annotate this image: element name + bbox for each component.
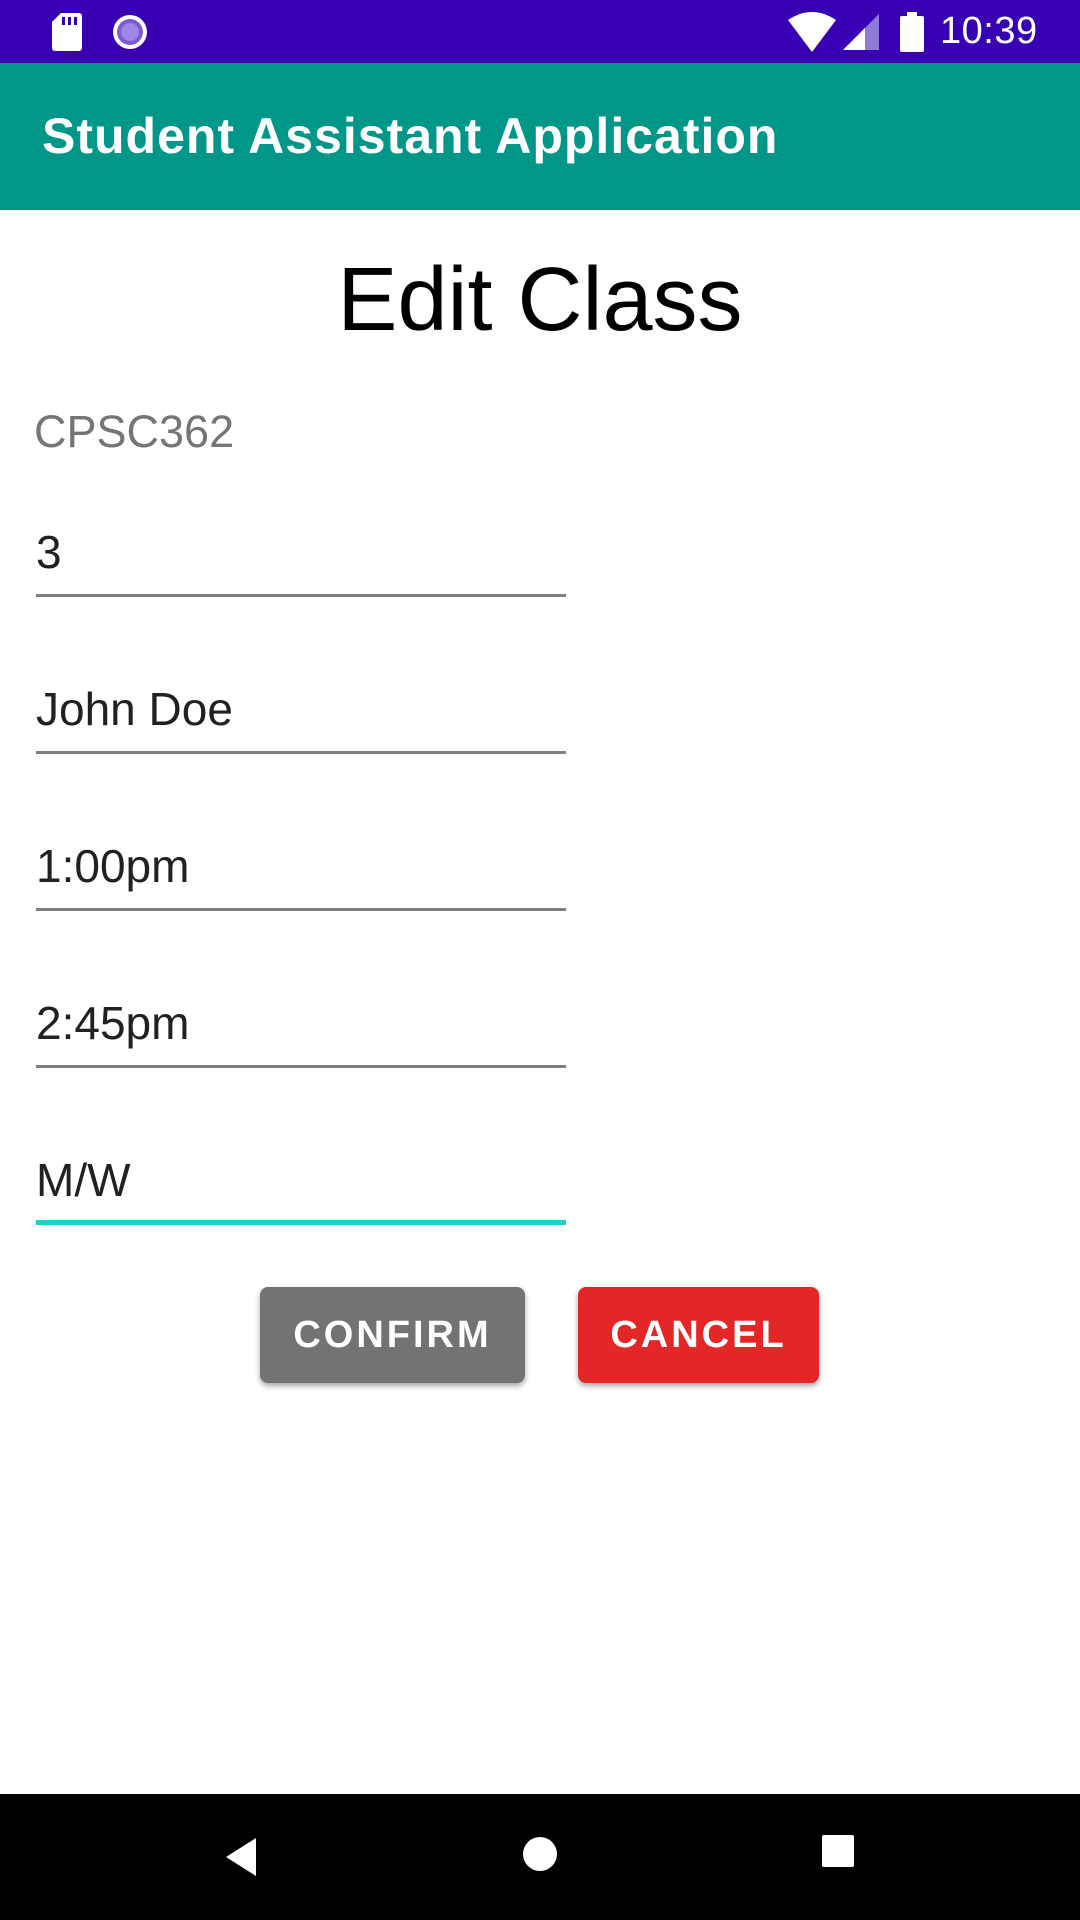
start-time-input[interactable] xyxy=(36,831,566,901)
app-title: Student Assistant Application xyxy=(42,108,779,164)
start-time-field[interactable] xyxy=(36,831,566,911)
sd-card-icon xyxy=(52,13,82,51)
back-icon[interactable] xyxy=(222,1834,268,1880)
units-field[interactable] xyxy=(36,517,566,597)
end-time-input[interactable] xyxy=(36,988,566,1058)
battery-icon xyxy=(900,12,924,52)
recents-icon[interactable] xyxy=(821,1834,855,1868)
status-bar: 10:39 xyxy=(0,0,1080,63)
days-input[interactable] xyxy=(36,1145,566,1215)
wifi-icon xyxy=(788,12,836,52)
instructor-input[interactable] xyxy=(36,674,566,744)
home-icon[interactable] xyxy=(520,1834,560,1874)
end-time-field[interactable] xyxy=(36,988,566,1068)
units-input[interactable] xyxy=(36,517,566,587)
signal-icon xyxy=(843,14,879,50)
end-time-underline xyxy=(36,1065,566,1068)
sync-icon xyxy=(113,15,147,49)
instructor-underline xyxy=(36,751,566,754)
status-time: 10:39 xyxy=(940,10,1038,52)
instructor-field[interactable] xyxy=(36,674,566,754)
days-underline xyxy=(36,1220,566,1225)
cancel-button[interactable]: CANCEL xyxy=(578,1287,819,1383)
days-field[interactable] xyxy=(36,1145,566,1225)
confirm-button[interactable]: CONFIRM xyxy=(260,1287,525,1383)
units-underline xyxy=(36,594,566,597)
navigation-bar xyxy=(0,1794,1080,1920)
course-code-label: CPSC362 xyxy=(34,406,235,457)
start-time-underline xyxy=(36,908,566,911)
app-bar: Student Assistant Application xyxy=(0,63,1080,210)
page-title: Edit Class xyxy=(337,250,743,350)
